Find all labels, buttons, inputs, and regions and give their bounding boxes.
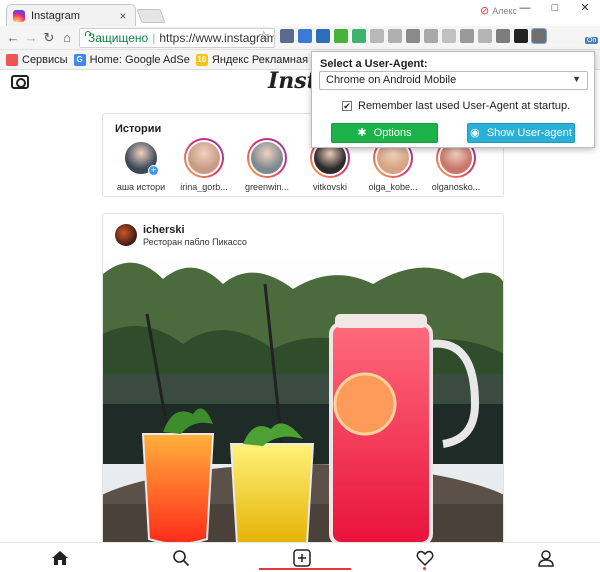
user-agent-selected: Chrome on Android Mobile [326, 74, 457, 86]
tab-title: Instagram [31, 9, 80, 22]
story-name: greenwin... [244, 182, 290, 192]
instagram-favicon-icon [13, 9, 25, 22]
ext-icon[interactable] [388, 29, 402, 43]
post-photo[interactable] [103, 254, 504, 553]
story-avatar: + [123, 140, 159, 176]
profile-icon: ⊘ [480, 5, 490, 17]
story-name: irina_gorb... [180, 182, 228, 192]
camera-icon[interactable] [11, 75, 29, 89]
bookmark-item[interactable]: G Home: Google AdSe [73, 53, 190, 66]
extension-on-badge: On [585, 37, 599, 44]
bookmark-item[interactable]: Сервисы [6, 53, 68, 66]
ext-icon[interactable] [460, 29, 474, 43]
profile-tab-icon[interactable] [536, 549, 556, 567]
ext-icon[interactable] [316, 29, 330, 43]
secure-label: Защищено [88, 31, 149, 45]
options-label: Options [373, 127, 412, 139]
post-username[interactable]: icherski [143, 224, 185, 236]
active-tab-indicator [259, 568, 351, 570]
url-separator: | [152, 31, 156, 45]
reload-button[interactable]: ↻ [40, 30, 58, 46]
ext-icon[interactable] [298, 29, 312, 43]
story-item[interactable]: greenwin... [239, 138, 295, 192]
story-name: аша истори [116, 182, 166, 192]
ext-icon[interactable] [280, 29, 294, 43]
back-button[interactable]: ← [4, 30, 22, 45]
extension-icons [280, 28, 547, 44]
forward-button[interactable]: → [22, 30, 40, 45]
apps-grid-icon [6, 53, 18, 66]
bookmark-label: Яндекс Рекламная [211, 53, 309, 66]
remember-label: Remember last used User-Agent at startup… [358, 100, 571, 112]
bookmark-item[interactable]: 10 Яндекс Рекламная [195, 53, 309, 66]
ext-icon[interactable] [352, 29, 366, 43]
remember-checkbox[interactable]: ✔ [342, 101, 352, 111]
post-avatar[interactable] [115, 224, 137, 246]
new-post-icon[interactable] [292, 549, 312, 567]
story-item[interactable]: irina_gorb... [176, 138, 232, 192]
story-name: olganosko... [431, 182, 481, 192]
stories-title: Истории [115, 123, 162, 135]
notification-dot [423, 567, 426, 570]
home-button[interactable]: ⌂ [58, 30, 76, 45]
window-controls: — □ ✕ [510, 0, 600, 18]
story-avatar [249, 140, 285, 176]
ext-icon[interactable] [514, 29, 528, 43]
gear-icon: ✱ [357, 127, 367, 139]
maximize-button[interactable]: □ [540, 0, 570, 18]
user-agent-popup: Select a User-Agent: Chrome on Android M… [311, 51, 595, 148]
bookmark-label: Home: Google AdSe [89, 53, 190, 66]
minimize-button[interactable]: — [510, 0, 540, 18]
ext-icon[interactable] [424, 29, 438, 43]
10-icon: 10 [195, 53, 208, 66]
story-ring [184, 138, 224, 178]
story-ring: + [121, 138, 161, 178]
ext-icon[interactable] [531, 28, 547, 44]
bookmark-star-icon[interactable]: ☆ [258, 28, 270, 44]
popup-title: Select a User-Agent: [320, 58, 428, 70]
ext-icon[interactable] [478, 29, 492, 43]
story-name: vitkovski [312, 182, 347, 192]
remember-option[interactable]: ✔ Remember last used User-Agent at start… [342, 100, 570, 112]
address-bar[interactable]: Защищено | https://www.instagram.com [79, 28, 275, 48]
close-window-button[interactable]: ✕ [570, 0, 600, 18]
user-agent-select[interactable]: Chrome on Android Mobile ▼ [319, 71, 588, 90]
show-user-agent-label: Show User-agent [486, 127, 572, 139]
G-icon: G [73, 53, 86, 66]
ext-icon[interactable] [334, 29, 348, 43]
home-icon[interactable] [50, 549, 70, 567]
tab-close-icon[interactable]: × [117, 9, 129, 23]
ext-icon[interactable] [442, 29, 456, 43]
eye-icon: ◉ [470, 127, 480, 139]
story-item[interactable]: + аша истори [113, 138, 169, 192]
story-avatar [186, 140, 222, 176]
search-icon[interactable] [171, 549, 191, 567]
story-name: olga_kobe... [368, 182, 418, 192]
story-ring [247, 138, 287, 178]
bookmark-label: Сервисы [22, 53, 68, 66]
new-tab-button[interactable] [136, 9, 166, 23]
options-button[interactable]: ✱ Options [331, 123, 438, 143]
browser-titlebar: Instagram × ⊘ Алекс — □ ✕ [0, 0, 600, 26]
heart-icon[interactable] [415, 549, 435, 567]
add-story-icon[interactable]: + [148, 165, 159, 176]
ext-icon[interactable] [496, 29, 510, 43]
tab-instagram[interactable]: Instagram × [6, 4, 136, 26]
ext-icon[interactable] [370, 29, 384, 43]
show-user-agent-button[interactable]: ◉ Show User-agent [467, 123, 575, 143]
post-location[interactable]: Ресторан пабло Пикассо [143, 237, 247, 247]
ext-icon[interactable] [406, 29, 420, 43]
chevron-down-icon: ▼ [572, 74, 581, 84]
post-card: icherski Ресторан пабло Пикассо [102, 213, 504, 553]
